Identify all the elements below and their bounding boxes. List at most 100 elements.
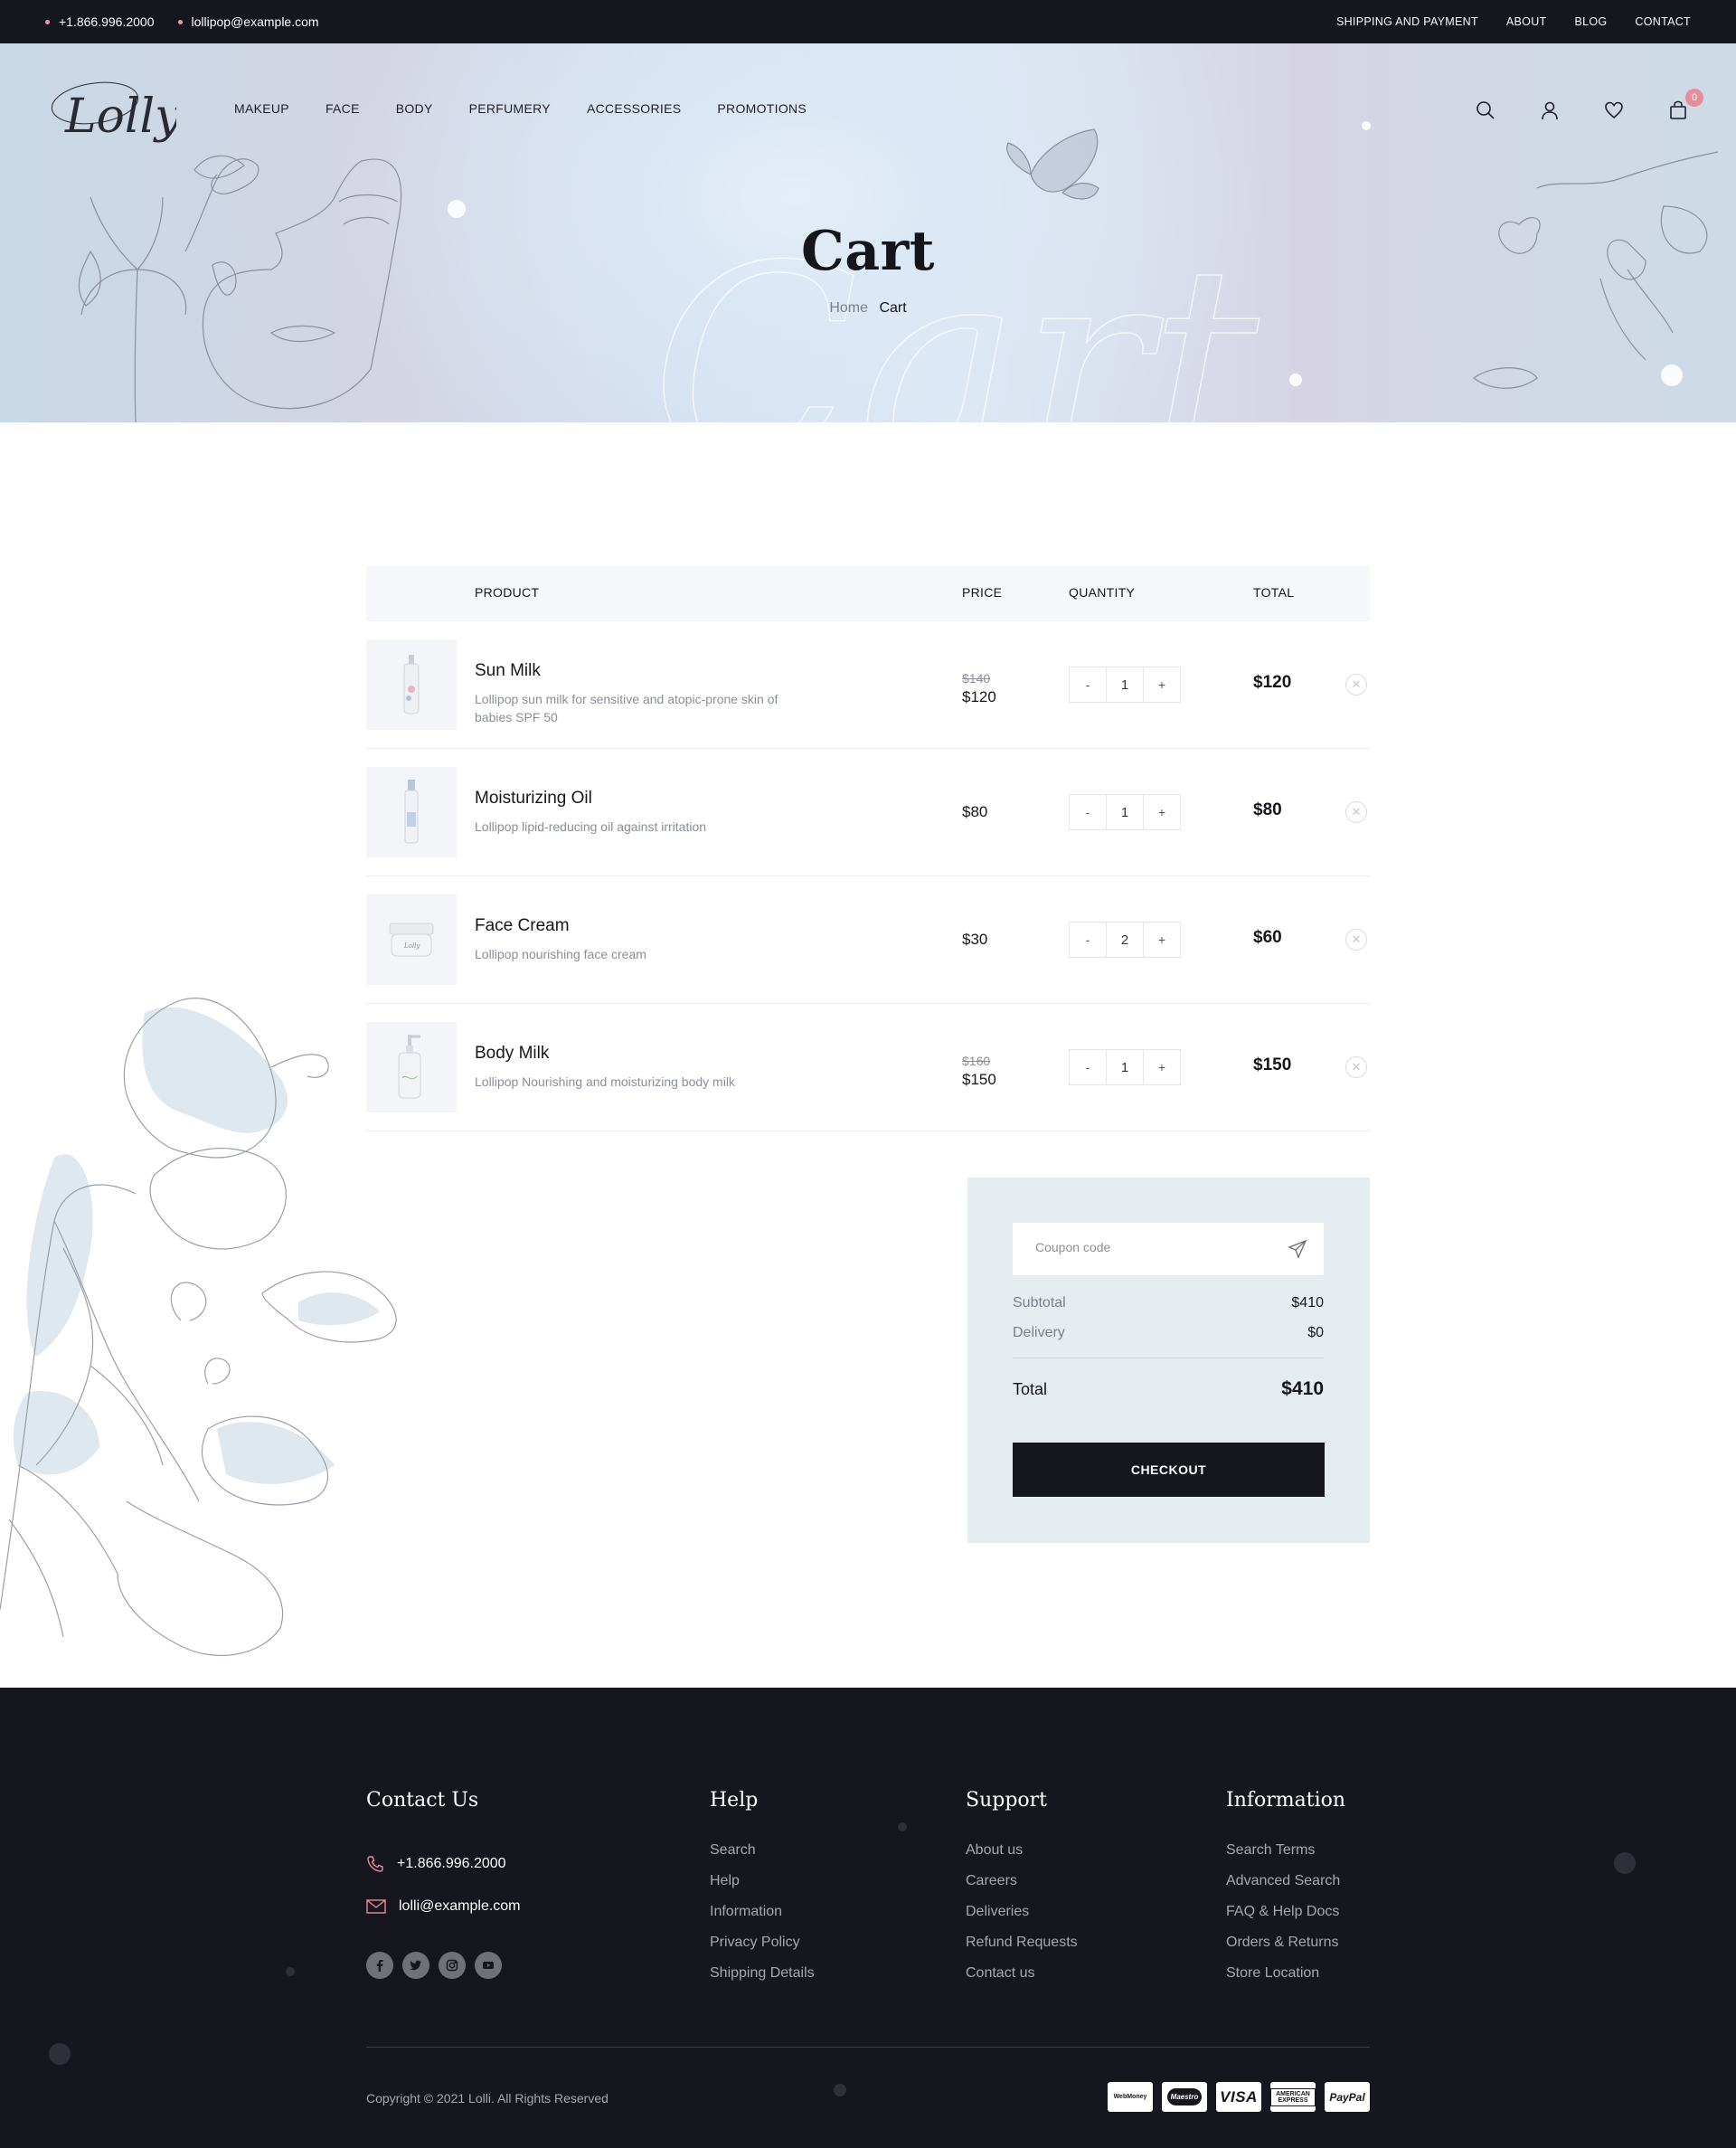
youtube-icon[interactable] xyxy=(475,1952,502,1979)
footer-link[interactable]: Privacy Policy xyxy=(710,1935,815,1965)
footer-link[interactable]: Search xyxy=(710,1842,815,1873)
instagram-icon[interactable] xyxy=(439,1952,466,1979)
delivery-row: Delivery $0 xyxy=(1013,1325,1324,1341)
subtotal-label: Subtotal xyxy=(1013,1295,1066,1311)
remove-item-button[interactable]: ✕ xyxy=(1345,674,1367,695)
qty-decrease-button[interactable]: - xyxy=(1070,1050,1106,1084)
paypal-icon: PayPal xyxy=(1325,2082,1370,2112)
top-link-about[interactable]: ABOUT xyxy=(1506,15,1547,28)
product-name[interactable]: Sun Milk xyxy=(475,661,541,681)
product-thumbnail[interactable] xyxy=(366,767,457,857)
phone-icon xyxy=(367,1855,383,1872)
footer-link[interactable]: FAQ & Help Docs xyxy=(1226,1904,1345,1935)
footer-link[interactable]: Careers xyxy=(966,1873,1078,1904)
unit-price: $80 xyxy=(962,803,988,820)
header-quantity: QUANTITY xyxy=(1069,585,1136,600)
product-description: Lollipop Nourishing and moisturizing bod… xyxy=(475,1074,735,1089)
quantity-stepper: - 1 + xyxy=(1069,794,1181,830)
nav-makeup[interactable]: MAKEUP xyxy=(234,101,289,116)
footer-link[interactable]: Information xyxy=(710,1904,815,1935)
nav-promotions[interactable]: PROMOTIONS xyxy=(717,101,807,116)
coupon-input[interactable] xyxy=(1035,1240,1270,1254)
row-total: $80 xyxy=(1253,800,1282,819)
footer: Contact Us +1.866.996.2000 lolli@example… xyxy=(0,1688,1736,2148)
cart-count-badge: 0 xyxy=(1685,89,1703,107)
qty-value[interactable]: 1 xyxy=(1106,1050,1144,1084)
top-link-contact[interactable]: CONTACT xyxy=(1635,15,1691,28)
nav-perfumery[interactable]: PERFUMERY xyxy=(469,101,551,116)
qty-decrease-button[interactable]: - xyxy=(1070,923,1106,957)
footer-link[interactable]: Shipping Details xyxy=(710,1965,815,1996)
remove-item-button[interactable]: ✕ xyxy=(1345,929,1367,951)
twitter-icon[interactable] xyxy=(402,1952,429,1979)
user-icon[interactable] xyxy=(1537,98,1562,123)
cart-table-header: PRODUCT PRICE QUANTITY TOTAL xyxy=(366,566,1370,621)
footer-link[interactable]: Contact us xyxy=(966,1965,1078,1996)
qty-increase-button[interactable]: + xyxy=(1144,667,1180,702)
top-email[interactable]: lollipop@example.com xyxy=(177,14,319,29)
heart-icon[interactable] xyxy=(1601,98,1627,123)
cart-row: Body Milk Lollipop Nourishing and moistu… xyxy=(366,1004,1370,1131)
qty-increase-button[interactable]: + xyxy=(1144,1050,1180,1084)
footer-link[interactable]: Deliveries xyxy=(966,1904,1078,1935)
product-thumbnail[interactable] xyxy=(366,1022,457,1112)
unit-price: $120 xyxy=(962,688,996,705)
cart-row: Lolly Face Cream Lollipop nourishing fac… xyxy=(366,876,1370,1004)
product-description: Lollipop nourishing face cream xyxy=(475,947,646,961)
unit-price: $30 xyxy=(962,931,988,948)
footer-divider xyxy=(366,2047,1370,2048)
qty-decrease-button[interactable]: - xyxy=(1070,667,1106,702)
nav-face[interactable]: FACE xyxy=(326,101,360,116)
remove-item-button[interactable]: ✕ xyxy=(1345,801,1367,823)
search-icon[interactable] xyxy=(1473,98,1498,123)
header-icons: 0 xyxy=(1473,89,1703,123)
amex-icon: AMERICAN EXPRESS xyxy=(1270,2082,1316,2112)
logo[interactable]: Lolly xyxy=(45,69,176,159)
qty-increase-button[interactable]: + xyxy=(1144,795,1180,829)
page-title: Cart xyxy=(801,220,935,283)
decor-dot xyxy=(834,2084,846,2096)
qty-value[interactable]: 2 xyxy=(1106,923,1144,957)
product-thumbnail[interactable]: Lolly xyxy=(366,894,457,985)
breadcrumb-home[interactable]: Home xyxy=(829,300,868,316)
top-contact: +1.866.996.2000 lollipop@example.com xyxy=(45,0,319,43)
send-icon[interactable] xyxy=(1288,1239,1307,1259)
copyright: Copyright © 2021 Lolli. All Rights Reser… xyxy=(366,2091,609,2105)
qty-value[interactable]: 1 xyxy=(1106,795,1144,829)
nav-body[interactable]: BODY xyxy=(396,101,433,116)
checkout-button[interactable]: CHECKOUT xyxy=(1013,1443,1325,1497)
product-name[interactable]: Body Milk xyxy=(475,1044,549,1064)
breadcrumb: Home Cart xyxy=(0,300,1736,317)
footer-contact-title: Contact Us xyxy=(366,1789,479,1812)
delivery-label: Delivery xyxy=(1013,1325,1065,1340)
nav-accessories[interactable]: ACCESSORIES xyxy=(587,101,681,116)
remove-item-button[interactable]: ✕ xyxy=(1345,1056,1367,1078)
footer-email[interactable]: lolli@example.com xyxy=(366,1885,521,1927)
close-icon: ✕ xyxy=(1351,1060,1362,1074)
delivery-value: $0 xyxy=(1307,1325,1324,1340)
bag-icon[interactable]: 0 xyxy=(1665,89,1703,123)
decor-dot xyxy=(898,1822,907,1831)
footer-link[interactable]: Store Location xyxy=(1226,1965,1345,1996)
footer-link[interactable]: Search Terms xyxy=(1226,1842,1345,1873)
top-phone[interactable]: +1.866.996.2000 xyxy=(45,14,155,29)
cart-row: Sun Milk Lollipop sun milk for sensitive… xyxy=(366,621,1370,749)
footer-link[interactable]: About us xyxy=(966,1842,1078,1873)
qty-value[interactable]: 1 xyxy=(1106,667,1144,702)
top-link-shipping[interactable]: SHIPPING AND PAYMENT xyxy=(1336,15,1478,28)
product-thumbnail[interactable] xyxy=(366,639,457,730)
footer-phone[interactable]: +1.866.996.2000 xyxy=(366,1842,521,1885)
footer-link[interactable]: Refund Requests xyxy=(966,1935,1078,1965)
top-link-blog[interactable]: BLOG xyxy=(1574,15,1607,28)
qty-increase-button[interactable]: + xyxy=(1144,923,1180,957)
svg-text:Lolly: Lolly xyxy=(403,942,420,950)
subtotal-row: Subtotal $410 xyxy=(1013,1295,1324,1311)
qty-decrease-button[interactable]: - xyxy=(1070,795,1106,829)
footer-link[interactable]: Advanced Search xyxy=(1226,1873,1345,1904)
facebook-icon[interactable] xyxy=(366,1952,393,1979)
product-name[interactable]: Moisturizing Oil xyxy=(475,789,592,809)
footer-link[interactable]: Help xyxy=(710,1873,815,1904)
product-name[interactable]: Face Cream xyxy=(475,916,570,936)
old-price: $160 xyxy=(962,1054,991,1068)
footer-link[interactable]: Orders & Returns xyxy=(1226,1935,1345,1965)
